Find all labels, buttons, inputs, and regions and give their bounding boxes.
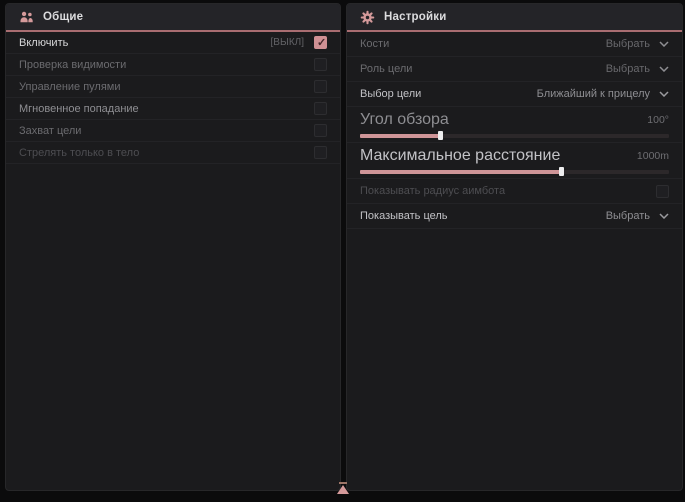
row-bullet-control-label: Управление пулями [19, 81, 121, 93]
row-visibility-check-label: Проверка видимости [19, 59, 126, 71]
bones-dropdown[interactable]: Выбрать [606, 38, 669, 50]
chevron-down-icon [659, 213, 669, 219]
row-bones-label: Кости [360, 38, 389, 50]
row-fov: Угол обзора 100° [347, 107, 682, 143]
row-target-role[interactable]: Роль цели Выбрать [347, 57, 682, 82]
row-instant-hit[interactable]: Мгновенное попадание [6, 98, 340, 120]
row-target-lock[interactable]: Захват цели [6, 120, 340, 142]
gear-icon [360, 10, 375, 25]
bones-dropdown-value: Выбрать [606, 38, 650, 50]
chevron-down-icon [659, 41, 669, 47]
users-icon [19, 10, 34, 25]
target-role-dropdown[interactable]: Выбрать [606, 63, 669, 75]
row-body-only-checkbox[interactable] [314, 146, 327, 159]
max-distance-slider[interactable] [360, 167, 669, 176]
row-show-target-label: Показывать цель [360, 210, 448, 222]
panel-settings: Настройки Кости Выбрать Роль цели Выбрат… [346, 3, 683, 491]
panel-general: Общие Включить [ВЫКЛ] Проверка видимости… [5, 3, 341, 491]
row-body-only-label: Стрелять только в тело [19, 147, 139, 159]
target-selection-dropdown-value: Ближайший к прицелу [537, 88, 650, 100]
row-instant-hit-checkbox[interactable] [314, 102, 327, 115]
panel-general-header: Общие [6, 4, 340, 30]
chevron-down-icon [659, 91, 669, 97]
row-target-selection-label: Выбор цели [360, 88, 421, 100]
panel-settings-header: Настройки [347, 4, 682, 30]
fov-slider-handle[interactable] [438, 131, 443, 140]
row-enable-label: Включить [19, 37, 68, 49]
row-target-selection[interactable]: Выбор цели Ближайший к прицелу [347, 82, 682, 107]
row-bones[interactable]: Кости Выбрать [347, 32, 682, 57]
show-target-dropdown-value: Выбрать [606, 210, 650, 222]
target-selection-dropdown[interactable]: Ближайший к прицелу [537, 88, 669, 100]
row-show-aimbot-radius-checkbox[interactable] [656, 185, 669, 198]
row-visibility-check-checkbox[interactable] [314, 58, 327, 71]
max-distance-slider-handle[interactable] [559, 167, 564, 176]
row-target-lock-label: Захват цели [19, 125, 81, 137]
max-distance-value: 1000m [637, 150, 669, 162]
show-target-dropdown[interactable]: Выбрать [606, 210, 669, 222]
row-instant-hit-label: Мгновенное попадание [19, 103, 139, 115]
max-distance-label: Максимальное расстояние [360, 147, 560, 165]
fov-label: Угол обзора [360, 111, 449, 129]
fov-slider-fill [360, 134, 440, 138]
row-bullet-control[interactable]: Управление пулями [6, 76, 340, 98]
fov-value: 100° [647, 114, 669, 126]
fov-slider[interactable] [360, 131, 669, 140]
row-show-aimbot-radius-label: Показывать радиус аимбота [360, 185, 505, 197]
row-max-distance: Максимальное расстояние 1000m [347, 143, 682, 179]
chevron-down-icon [659, 66, 669, 72]
row-body-only[interactable]: Стрелять только в тело [6, 142, 340, 164]
row-enable[interactable]: Включить [ВЫКЛ] [6, 32, 340, 54]
target-role-dropdown-value: Выбрать [606, 63, 650, 75]
row-target-role-label: Роль цели [360, 63, 412, 75]
row-visibility-check[interactable]: Проверка видимости [6, 54, 340, 76]
panel-general-title: Общие [43, 11, 83, 23]
row-bullet-control-checkbox[interactable] [314, 80, 327, 93]
row-enable-keybind: [ВЫКЛ] [271, 37, 304, 48]
cursor-up-icon [337, 485, 349, 494]
row-show-aimbot-radius[interactable]: Показывать радиус аимбота [347, 179, 682, 204]
row-enable-checkbox[interactable] [314, 36, 327, 49]
max-distance-slider-fill [360, 170, 561, 174]
panel-settings-title: Настройки [384, 11, 446, 23]
row-show-target[interactable]: Показывать цель Выбрать [347, 204, 682, 229]
row-target-lock-checkbox[interactable] [314, 124, 327, 137]
